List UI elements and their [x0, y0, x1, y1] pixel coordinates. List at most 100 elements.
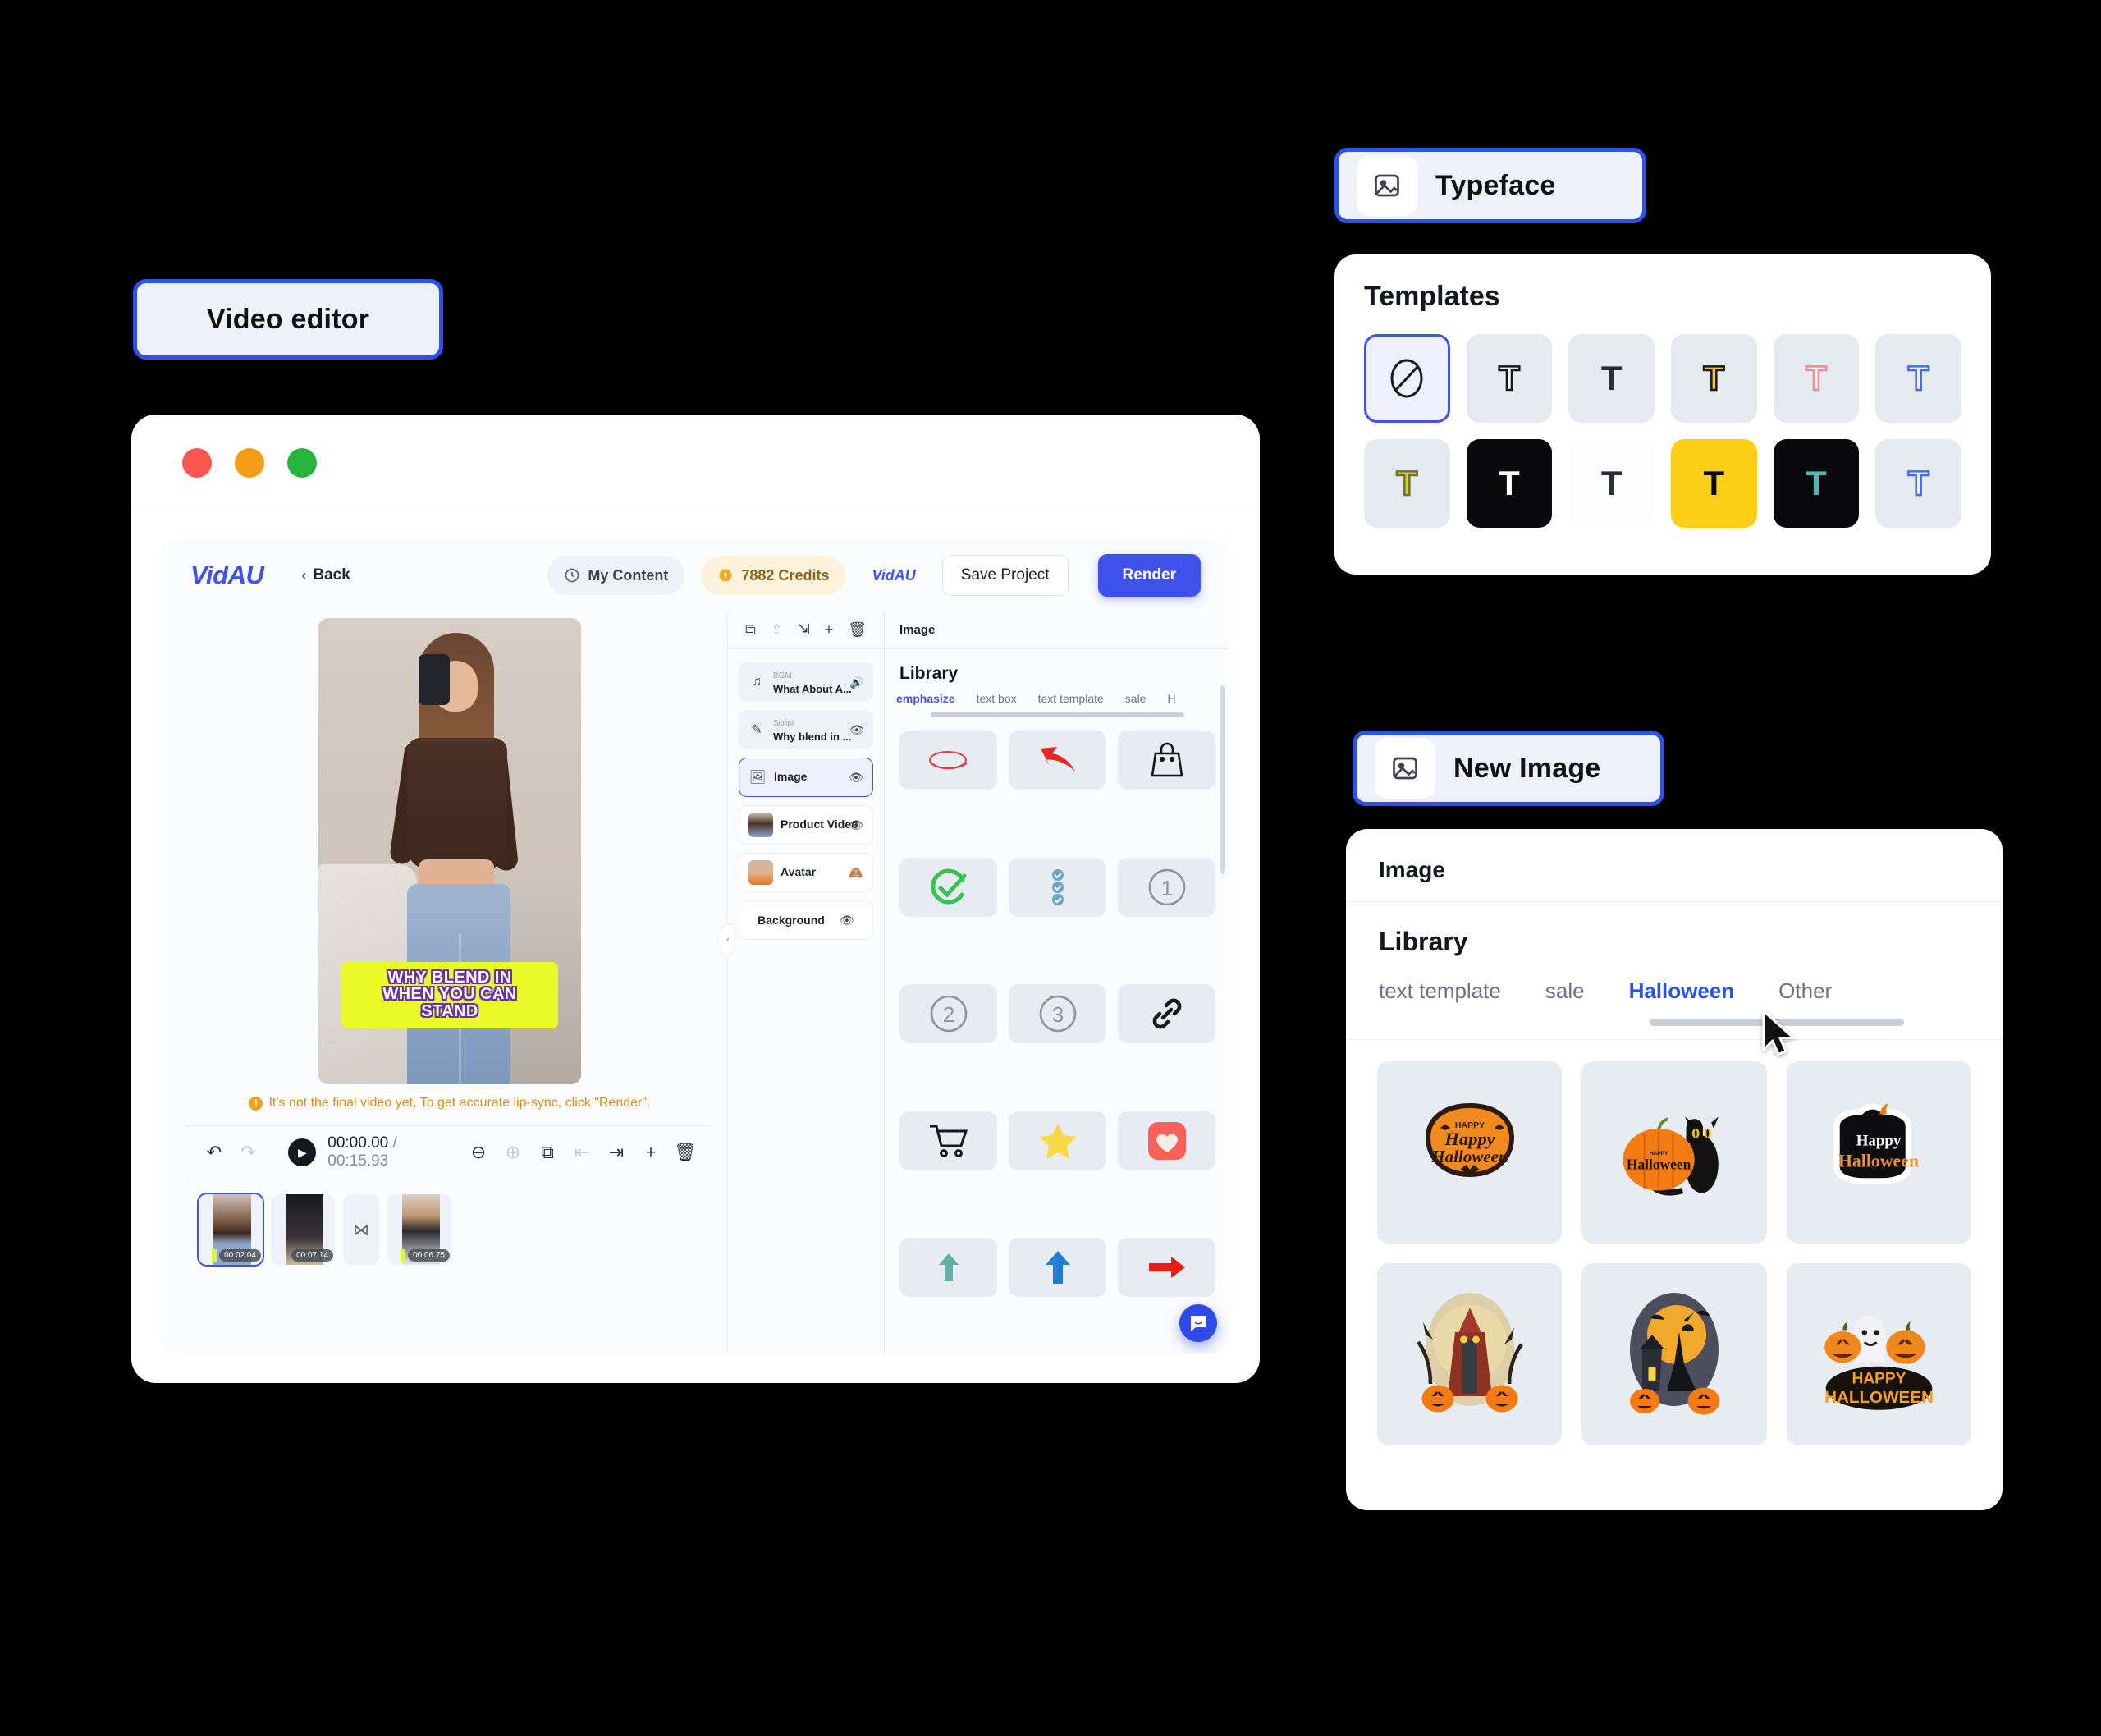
callout-typeface-label: Typeface [1435, 169, 1556, 201]
image-thumb-happy-halloween-ghost-pumpkins[interactable]: HAPPY HALLOWEEN [1786, 1263, 1971, 1445]
send-to-back-icon[interactable]: ⇲ [798, 621, 810, 639]
library-icon-red-scribble-circle[interactable] [899, 731, 997, 790]
image-thumb-witch-moon-haunted-house[interactable] [1581, 1263, 1767, 1445]
image-thumb-pumpkin-with-black-cat[interactable]: HAPPY Halloween [1581, 1061, 1767, 1244]
library-vertical-scrollbar[interactable] [1220, 685, 1225, 874]
undo-icon[interactable]: ↶ [197, 1142, 231, 1163]
template-option-blue-outline[interactable]: T [1875, 334, 1961, 423]
library-tab-text-template[interactable]: text template [1038, 692, 1104, 705]
zoom-in-icon[interactable]: ⊕ [496, 1142, 530, 1163]
app-logo[interactable]: VidAU [190, 561, 264, 590]
render-notice-text: It's not the final video yet, To get acc… [268, 1096, 651, 1110]
library-icon-shopping-cart[interactable] [899, 1111, 997, 1170]
save-project-button[interactable]: Save Project [941, 555, 1069, 596]
library-icon-red-right-arrow[interactable] [1118, 1238, 1215, 1298]
library-icon-circled-number-1[interactable]: 1 [1118, 857, 1215, 917]
template-option-pink-outline[interactable]: T [1773, 334, 1860, 423]
template-option-black-bg-teal[interactable]: T [1773, 439, 1860, 528]
render-button[interactable]: Render [1097, 554, 1201, 597]
layer-item-image[interactable]: 🖼 Image 👁 [739, 758, 873, 797]
timeline-tools: ⊖ ⊕ ⧉ ⇤ ⇥ + 🗑 [461, 1142, 703, 1163]
chat-support-button[interactable] [1179, 1304, 1217, 1342]
library-icon-circled-number-2[interactable]: 2 [899, 984, 997, 1044]
circled-number-2-icon: 2 [930, 995, 967, 1033]
library-icon-yellow-star[interactable] [1009, 1111, 1106, 1170]
template-option-olive-fill[interactable]: T [1364, 439, 1450, 528]
template-option-plain-dark[interactable]: T [1568, 334, 1655, 423]
library-icon-shopping-bag[interactable] [1118, 731, 1215, 790]
library-icon-green-check-circle[interactable] [899, 857, 997, 917]
library-icon-red-heart-square[interactable] [1118, 1111, 1215, 1170]
library-icon-grid: 1 2 3 [885, 717, 1230, 1354]
library-tab-text-box[interactable]: text box [977, 692, 1017, 705]
layer-item-bgm[interactable]: ♫ BGM What About A... 🔊 [739, 662, 873, 702]
delete-clip-icon[interactable]: 🗑 [668, 1142, 703, 1163]
image-thumb-happy-halloween-black-badge[interactable]: Happy Halloween [1786, 1061, 1971, 1244]
callout-new-image[interactable]: New Image [1353, 731, 1664, 806]
template-option-outline-dark[interactable]: T [1466, 334, 1553, 423]
template-option-blue-outline-2[interactable]: T [1875, 439, 1961, 528]
library-icon-link-chain[interactable] [1118, 984, 1215, 1044]
timeline-clip[interactable]: 00:02.04 [197, 1193, 264, 1267]
image-tab-text-template[interactable]: text template [1379, 978, 1501, 1004]
duplicate-icon[interactable]: ⧉ [530, 1142, 565, 1163]
image-tab-sale[interactable]: sale [1545, 978, 1585, 1004]
library-icon-red-curved-arrow[interactable] [1009, 731, 1106, 790]
window-maximize-button[interactable] [287, 447, 317, 478]
copy-icon[interactable]: ⧉ [745, 621, 756, 639]
image-thumb-scarecrow-with-pumpkins[interactable] [1377, 1263, 1563, 1445]
library-tab-emphasize[interactable]: emphasize [896, 692, 955, 705]
eye-icon[interactable]: 👁 [849, 723, 864, 737]
library-tab-halloween[interactable]: H [1167, 692, 1175, 705]
video-caption[interactable]: WHY BLEND IN WHEN YOU CAN STAND [341, 961, 558, 1028]
window-minimize-button[interactable] [235, 447, 264, 478]
zoom-out-icon[interactable]: ⊖ [461, 1142, 496, 1163]
add-layer-icon[interactable]: + [825, 621, 834, 639]
panel-drag-handle[interactable]: ‹ [721, 923, 735, 956]
redo-icon[interactable]: ↷ [231, 1142, 266, 1163]
layer-item-product-video[interactable]: Product Video 👁 [739, 805, 873, 845]
split-right-icon[interactable]: ⇥ [599, 1142, 634, 1163]
template-option-none[interactable] [1364, 334, 1450, 423]
layer-item-avatar[interactable]: Avatar 🙈 [739, 853, 873, 892]
library-icon-circled-number-3[interactable]: 3 [1009, 984, 1106, 1044]
template-option-white-bg-dark[interactable]: T [1568, 439, 1655, 528]
upload-icon[interactable]: ⇪ [771, 621, 783, 639]
library-title: Library [899, 664, 959, 683]
speaker-icon[interactable]: 🔊 [849, 676, 864, 689]
add-clip-icon[interactable]: + [634, 1142, 668, 1163]
library-icon-blue-up-arrow[interactable] [1009, 1238, 1106, 1298]
template-option-yellow-fill[interactable]: T [1670, 334, 1757, 423]
my-content-button[interactable]: My Content [547, 556, 685, 595]
window-close-button[interactable] [182, 447, 212, 478]
template-option-black-bg-white[interactable]: T [1466, 439, 1553, 528]
play-button[interactable]: ▶ [288, 1138, 317, 1166]
svg-text:3: 3 [1051, 1002, 1063, 1027]
layer-item-script[interactable]: ✎ Script Why blend in ... 👁 [739, 710, 873, 749]
eye-icon[interactable]: 👁 [840, 914, 854, 928]
image-tab-halloween[interactable]: Halloween [1629, 978, 1735, 1004]
link-chain-icon [1152, 998, 1181, 1029]
image-tab-other[interactable]: Other [1778, 978, 1832, 1004]
timeline-clip[interactable]: 00:07.14 [271, 1194, 335, 1265]
callout-typeface[interactable]: Typeface [1334, 148, 1646, 223]
eye-icon[interactable]: 👁 [849, 818, 863, 832]
image-thumb-happy-halloween-orange-badge[interactable]: HAPPY Happy Halloween [1377, 1061, 1563, 1244]
library-icon-blue-checklist[interactable] [1009, 857, 1106, 917]
ghost-pumpkins-art: HAPPY HALLOWEEN [1824, 1315, 1934, 1410]
timeline-clip[interactable]: 00:06.75 [387, 1194, 451, 1265]
timeline-transition[interactable]: ⋈ [343, 1194, 379, 1265]
video-preview[interactable]: WHY BLEND IN WHEN YOU CAN STAND [318, 618, 581, 1084]
template-option-yellow-bg-black[interactable]: T [1670, 439, 1757, 528]
layers-toolbar: ⧉ ⇪ ⇲ + 🗑 [728, 611, 884, 649]
back-button[interactable]: ‹ Back [301, 566, 350, 584]
credits-button[interactable]: 7882 Credits [701, 556, 846, 595]
library-tab-sale[interactable]: sale [1125, 692, 1147, 705]
eye-off-icon[interactable]: 🙈 [849, 866, 863, 880]
delete-layer-icon[interactable]: 🗑 [848, 621, 867, 639]
layer-item-background[interactable]: Background 👁 [739, 900, 873, 940]
split-left-icon[interactable]: ⇤ [565, 1142, 599, 1163]
eye-icon[interactable]: 👁 [849, 771, 863, 785]
library-icon-teal-up-arrow[interactable] [899, 1238, 997, 1298]
templates-panel: Templates T T T T T T T T T T T [1334, 254, 1991, 575]
